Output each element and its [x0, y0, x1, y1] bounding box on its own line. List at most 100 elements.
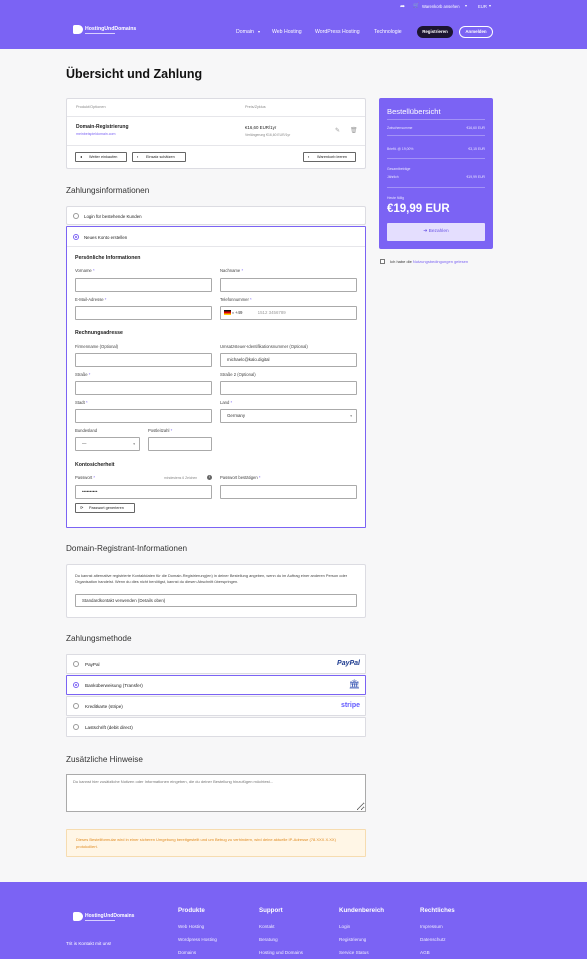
site-logo[interactable]: HostingUndDomains [73, 25, 136, 36]
street2-input[interactable] [220, 381, 357, 395]
lastname-input[interactable] [220, 278, 357, 292]
share-icon[interactable]: ➦ [400, 3, 405, 10]
nav-technologie[interactable]: Technologie [374, 29, 402, 35]
phone-country-code: +49 [234, 310, 243, 315]
stripe-radio[interactable] [73, 703, 79, 709]
password-confirm-label: Passwort bestätigen * [220, 475, 261, 480]
login-radio[interactable] [73, 213, 79, 219]
currency-selector[interactable]: EUR [478, 4, 487, 9]
footer-link[interactable]: Kontakt [259, 924, 275, 929]
footer-heading-support: Support [259, 907, 283, 914]
security-notice-text: Dieses Bestellformular wird in einer sic… [76, 837, 336, 849]
vat-input[interactable]: michaelc@kalo.digital [220, 353, 357, 367]
footer-logo[interactable]: HostingUndDomains [73, 912, 134, 923]
recurring-label: Gesamtbeträge [387, 167, 411, 171]
generate-password-button[interactable]: ⟳ Passwort generieren [75, 503, 135, 513]
street-input[interactable] [75, 381, 212, 395]
footer-link[interactable]: Datenschutz [420, 937, 446, 942]
paypal-label: PayPal [85, 662, 100, 667]
city-input[interactable] [75, 409, 212, 423]
cart-icon[interactable]: 🛒 [413, 3, 419, 9]
paypal-radio[interactable] [73, 661, 79, 667]
summary-divider [387, 135, 485, 136]
state-value: — [82, 441, 87, 446]
company-input[interactable] [75, 353, 212, 367]
nav-domain[interactable]: Domain [236, 29, 254, 35]
terms-checkbox[interactable] [380, 259, 385, 264]
login-button[interactable]: Anmelden [459, 26, 493, 38]
cart-item-domain: meinbeispieldomain.com [76, 132, 116, 136]
footer-logo-text: HostingUndDomains [85, 913, 135, 919]
summary-row-label: Zwischensumme [387, 126, 413, 130]
street2-label: Straße 2 (Optional) [220, 372, 256, 377]
country-select[interactable]: Germany ▾ [220, 409, 357, 423]
bank-transfer-label: Banküberweisung (Transfer) [85, 683, 143, 688]
footer-heading-products: Produkte [178, 907, 205, 914]
pay-button-label: Bezahlen [428, 229, 449, 234]
stripe-logo: stripe [340, 702, 360, 709]
footer-link[interactable]: AGB [420, 950, 430, 955]
summary-row: Briefit. @ 19,00% €3,15 EUR [387, 147, 485, 151]
cart-item-name: Domain-Registrierung [76, 124, 129, 130]
summary-divider [387, 158, 485, 159]
footer-link[interactable]: Login [339, 924, 350, 929]
cart-link[interactable]: Warenkorb ansehen [422, 4, 460, 9]
cart-item-renewal: Verlängerung €16,60 EUR/1yr [245, 133, 291, 137]
phone-input[interactable]: ▾ +49 1512 3456789 [220, 306, 357, 320]
security-notice: Dieses Bestellformular wird in einer sic… [66, 829, 366, 857]
password-confirm-input[interactable] [220, 485, 357, 499]
login-option-row[interactable]: Login für bestehende Kunden [66, 206, 366, 225]
notes-textarea[interactable] [66, 774, 366, 812]
payment-method-stripe[interactable]: Kreditkarte (stripe) stripe [66, 696, 366, 716]
continue-shopping-button[interactable]: ◂ Weiter einkaufen [75, 152, 127, 162]
footer-link[interactable]: Hosting und Domains [259, 950, 303, 955]
footer-link[interactable]: Service Status [339, 950, 369, 955]
state-select[interactable]: — ▾ [75, 437, 140, 451]
footer-link[interactable]: Beratung [259, 937, 278, 942]
footer-link[interactable]: Wordpress Hosting [178, 937, 217, 942]
logo-text: HostingUndDomains [85, 26, 137, 32]
nav-wordpress-hosting[interactable]: WordPress Hosting [315, 29, 360, 35]
column-header-product: Produkt/Optionen [76, 105, 106, 109]
payment-method-bank-transfer[interactable]: Banküberweisung (Transfer) 🏛 [66, 675, 366, 695]
flag-de-icon[interactable] [224, 310, 231, 316]
pay-button[interactable]: ➜ Bezahlen [387, 223, 485, 241]
cart-actions-divider [67, 145, 365, 146]
bank-transfer-radio[interactable] [73, 682, 79, 688]
zip-input[interactable] [148, 437, 212, 451]
total-amount: €19,99 EUR [387, 203, 450, 215]
phone-label: Telefonnummer * [220, 297, 252, 302]
summary-recurring-row: Jährlich €19,99 EUR [387, 175, 485, 179]
firstname-input[interactable] [75, 278, 212, 292]
trash-icon[interactable]: 🗑 [350, 127, 358, 134]
nav-web-hosting[interactable]: Web Hosting [272, 29, 302, 35]
order-summary: Bestellübersicht Zwischensumme €16,60 EU… [379, 98, 493, 249]
footer-link[interactable]: Impressum [420, 924, 443, 929]
register-button[interactable]: Registrieren [417, 26, 453, 38]
new-account-radio[interactable] [73, 234, 79, 240]
vat-label: Umsatzsteuer-Identifikationsnummer (Opti… [220, 344, 308, 349]
footer-tagline[interactable]: Trit is Kontakt mit uns! [66, 941, 111, 946]
chevron-down-icon: ▾ [232, 311, 234, 315]
footer-link[interactable]: Domains [178, 950, 196, 955]
firstname-label: Vorname * [75, 268, 95, 273]
main-navigation: HostingUndDomains Domain ▾ Web Hosting W… [0, 13, 587, 49]
column-header-price: Preis/Zyklus [245, 105, 266, 109]
edit-icon[interactable]: ✎ [335, 127, 340, 134]
country-label: Land * [220, 400, 233, 405]
clear-cart-button[interactable]: ▪ Warenkorb leeren [303, 152, 356, 162]
footer-link[interactable]: Web Hosting [178, 924, 204, 929]
direct-debit-radio[interactable] [73, 724, 79, 730]
payment-heading: Zahlungsmethode [66, 634, 132, 643]
password-input[interactable]: •••••••••• [75, 485, 212, 499]
payment-method-paypal[interactable]: PayPal PayPal [66, 654, 366, 674]
terms-link[interactable]: Nutzungsbedingungen gelesen [413, 259, 468, 264]
registrant-select[interactable]: Standardkontakt verwenden (Details oben) [75, 594, 357, 607]
footer-link[interactable]: Registrierung [339, 937, 366, 942]
chevron-down-icon: ▾ [489, 3, 492, 8]
email-input[interactable] [75, 306, 212, 320]
info-icon: i [207, 475, 212, 480]
estimate-button[interactable]: ▪ Einsatz schätzen [132, 152, 186, 162]
payment-method-direct-debit[interactable]: Lastschrift (debit direct) [66, 717, 366, 737]
site-footer: HostingUndDomains Trit is Kontakt mit un… [0, 882, 587, 959]
